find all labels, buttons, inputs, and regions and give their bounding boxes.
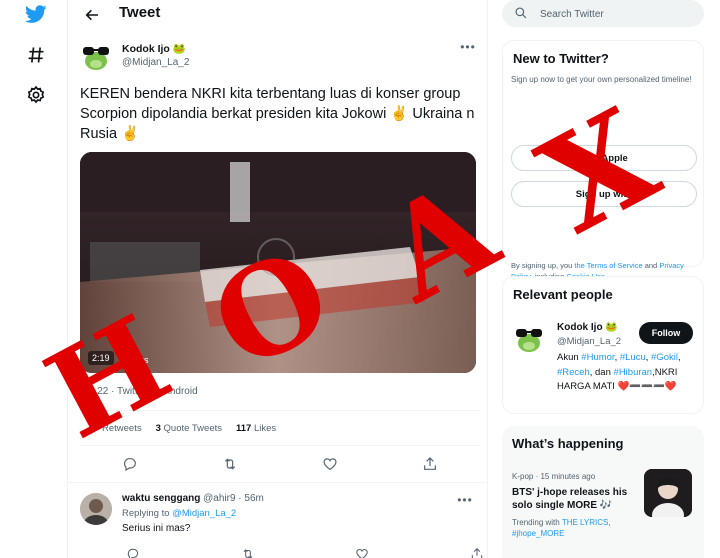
relevant-person-bio: Akun #Humor, #Lucu, #Gokil, #Receh, dan … xyxy=(557,352,681,392)
quote-label: Quote Tweets xyxy=(163,422,222,434)
retweet-icon[interactable] xyxy=(219,453,241,475)
reply-more-icon[interactable]: ••• xyxy=(453,493,477,507)
quote-tweets-stat[interactable]: 3 Quote Tweets xyxy=(156,423,222,434)
reply-author[interactable]: waktu senggang @ahir9 · 56m xyxy=(122,493,264,504)
reply-tweet[interactable]: waktu senggang @ahir9 · 56m ••• Replying… xyxy=(68,482,489,558)
frog-avatar[interactable] xyxy=(80,40,112,72)
bio-hashtag-lucu[interactable]: #Lucu xyxy=(620,352,646,363)
back-arrow-icon[interactable] xyxy=(80,3,104,27)
explore-hashtag-icon[interactable] xyxy=(22,41,50,69)
bio-hashtag-hiburan[interactable]: #Hiburan xyxy=(614,367,653,378)
tweet-meta: M · 22 · Twitter for Android xyxy=(80,386,198,397)
relevant-people-card: Relevant people Kodok Ijo 🐸 @Midjan_La_2… xyxy=(502,276,704,414)
search-input[interactable] xyxy=(540,4,690,24)
author-name[interactable]: Kodok Ijo 🐸 xyxy=(122,42,186,55)
reply-retweet-icon[interactable] xyxy=(237,543,259,558)
video-views: views xyxy=(126,355,149,365)
likes-label: Likes xyxy=(253,422,277,434)
twitter-logo-icon[interactable] xyxy=(22,0,50,28)
trend-title: BTS' j-hope releases his solo single MOR… xyxy=(512,487,628,511)
trending-with-label: Trending with xyxy=(512,518,560,527)
reply-text: Serius ini mas? xyxy=(122,523,191,534)
sign-up-apple-button[interactable]: with Apple xyxy=(511,145,697,171)
retweets-stat[interactable]: Retweets xyxy=(102,423,142,434)
tweet-detail-column: Tweet Kodok Ijo 🐸 @Midjan_La_2 ••• KEREN… xyxy=(67,0,489,558)
relevant-people-title: Relevant people xyxy=(513,287,613,302)
trend-thumbnail[interactable] xyxy=(644,469,692,517)
likes-stat[interactable]: 117 Likes xyxy=(236,423,276,434)
reply-like-icon[interactable] xyxy=(351,543,373,558)
search-bar[interactable] xyxy=(502,0,704,27)
new-to-twitter-subtitle: Sign up now to get your own personalized… xyxy=(511,75,692,84)
sign-up-button[interactable]: Sign up with xyxy=(511,181,697,207)
author-handle[interactable]: @Midjan_La_2 xyxy=(122,57,189,68)
tweet-header: Tweet xyxy=(68,0,489,30)
more-options-icon[interactable]: ••• xyxy=(456,40,480,54)
video-duration: 2:19 xyxy=(88,351,114,365)
page-title: Tweet xyxy=(119,4,161,21)
right-sidebar: New to Twitter? Sign up now to get your … xyxy=(496,0,720,558)
twitter-page: Tweet Kodok Ijo 🐸 @Midjan_La_2 ••• KEREN… xyxy=(0,0,720,558)
left-nav xyxy=(0,0,70,558)
reply-avatar[interactable] xyxy=(80,493,112,525)
bio-hashtag-receh[interactable]: #Receh xyxy=(557,367,590,378)
terms-of-service-link[interactable]: the Terms of Service xyxy=(574,261,642,270)
trend-meta: K-pop · 15 minutes ago xyxy=(512,472,596,481)
bio-hashtag-gokil[interactable]: #Gokil xyxy=(651,352,678,363)
replying-handle-link[interactable]: @Midjan_La_2 xyxy=(172,508,236,519)
tweet-stats: Retweets 3 Quote Tweets 117 Likes xyxy=(80,410,480,446)
replying-to: Replying to @Midjan_La_2 xyxy=(122,508,236,519)
settings-gear-icon[interactable] xyxy=(22,81,50,109)
tweet-author: Kodok Ijo 🐸 @Midjan_La_2 ••• xyxy=(80,40,480,76)
quote-count: 3 xyxy=(155,422,161,434)
tweet-actions xyxy=(80,450,480,478)
likes-count: 117 xyxy=(236,422,252,434)
terms-prefix: By signing up, you xyxy=(511,261,573,270)
bio-hashtag-humor[interactable]: #Humor xyxy=(581,352,614,363)
trending-tag-jhope[interactable]: #jhope_MORE xyxy=(512,529,564,538)
reply-author-handle: @ahir9 · 56m xyxy=(203,493,264,504)
search-icon xyxy=(515,7,527,19)
replying-label: Replying to xyxy=(122,508,170,519)
bio-dan: , dan xyxy=(589,366,611,378)
signup-button-label: Sign up with xyxy=(575,188,633,200)
terms-and: and xyxy=(644,261,658,270)
bio-prefix: Akun xyxy=(557,352,579,363)
tweet-text: KEREN bendera NKRI kita terbentang luas … xyxy=(80,86,475,142)
bio-hearts: ❤️➖➖➖❤️ xyxy=(617,381,677,392)
whats-happening-title: What’s happening xyxy=(512,436,624,451)
trending-with: Trending with THE LYRICS, #jhope_MORE xyxy=(512,518,611,538)
reply-author-name: waktu senggang xyxy=(122,493,201,504)
reply-share-icon[interactable] xyxy=(466,543,488,558)
apple-button-label: with Apple xyxy=(580,152,628,164)
share-icon[interactable] xyxy=(419,453,441,475)
reply-icon[interactable] xyxy=(119,453,141,475)
whats-happening-card: What’s happening K-pop · 15 minutes ago … xyxy=(502,426,704,558)
new-to-twitter-card: New to Twitter? Sign up now to get your … xyxy=(502,40,704,281)
retweets-label: Retweets xyxy=(102,422,142,434)
reply-actions xyxy=(122,543,488,558)
follow-button[interactable]: Follow xyxy=(639,322,693,344)
like-heart-icon[interactable] xyxy=(319,453,341,475)
relevant-frog-avatar[interactable] xyxy=(513,322,545,354)
reply-reply-icon[interactable] xyxy=(122,543,144,558)
tweet-video[interactable]: 2:19 views xyxy=(80,152,476,373)
concert-video-frame xyxy=(80,152,476,373)
relevant-person-name[interactable]: Kodok Ijo 🐸 xyxy=(557,322,618,333)
trending-tag-lyrics[interactable]: THE LYRICS xyxy=(562,518,609,527)
new-to-twitter-title: New to Twitter? xyxy=(513,51,609,66)
relevant-person-handle[interactable]: @Midjan_La_2 xyxy=(557,336,621,347)
